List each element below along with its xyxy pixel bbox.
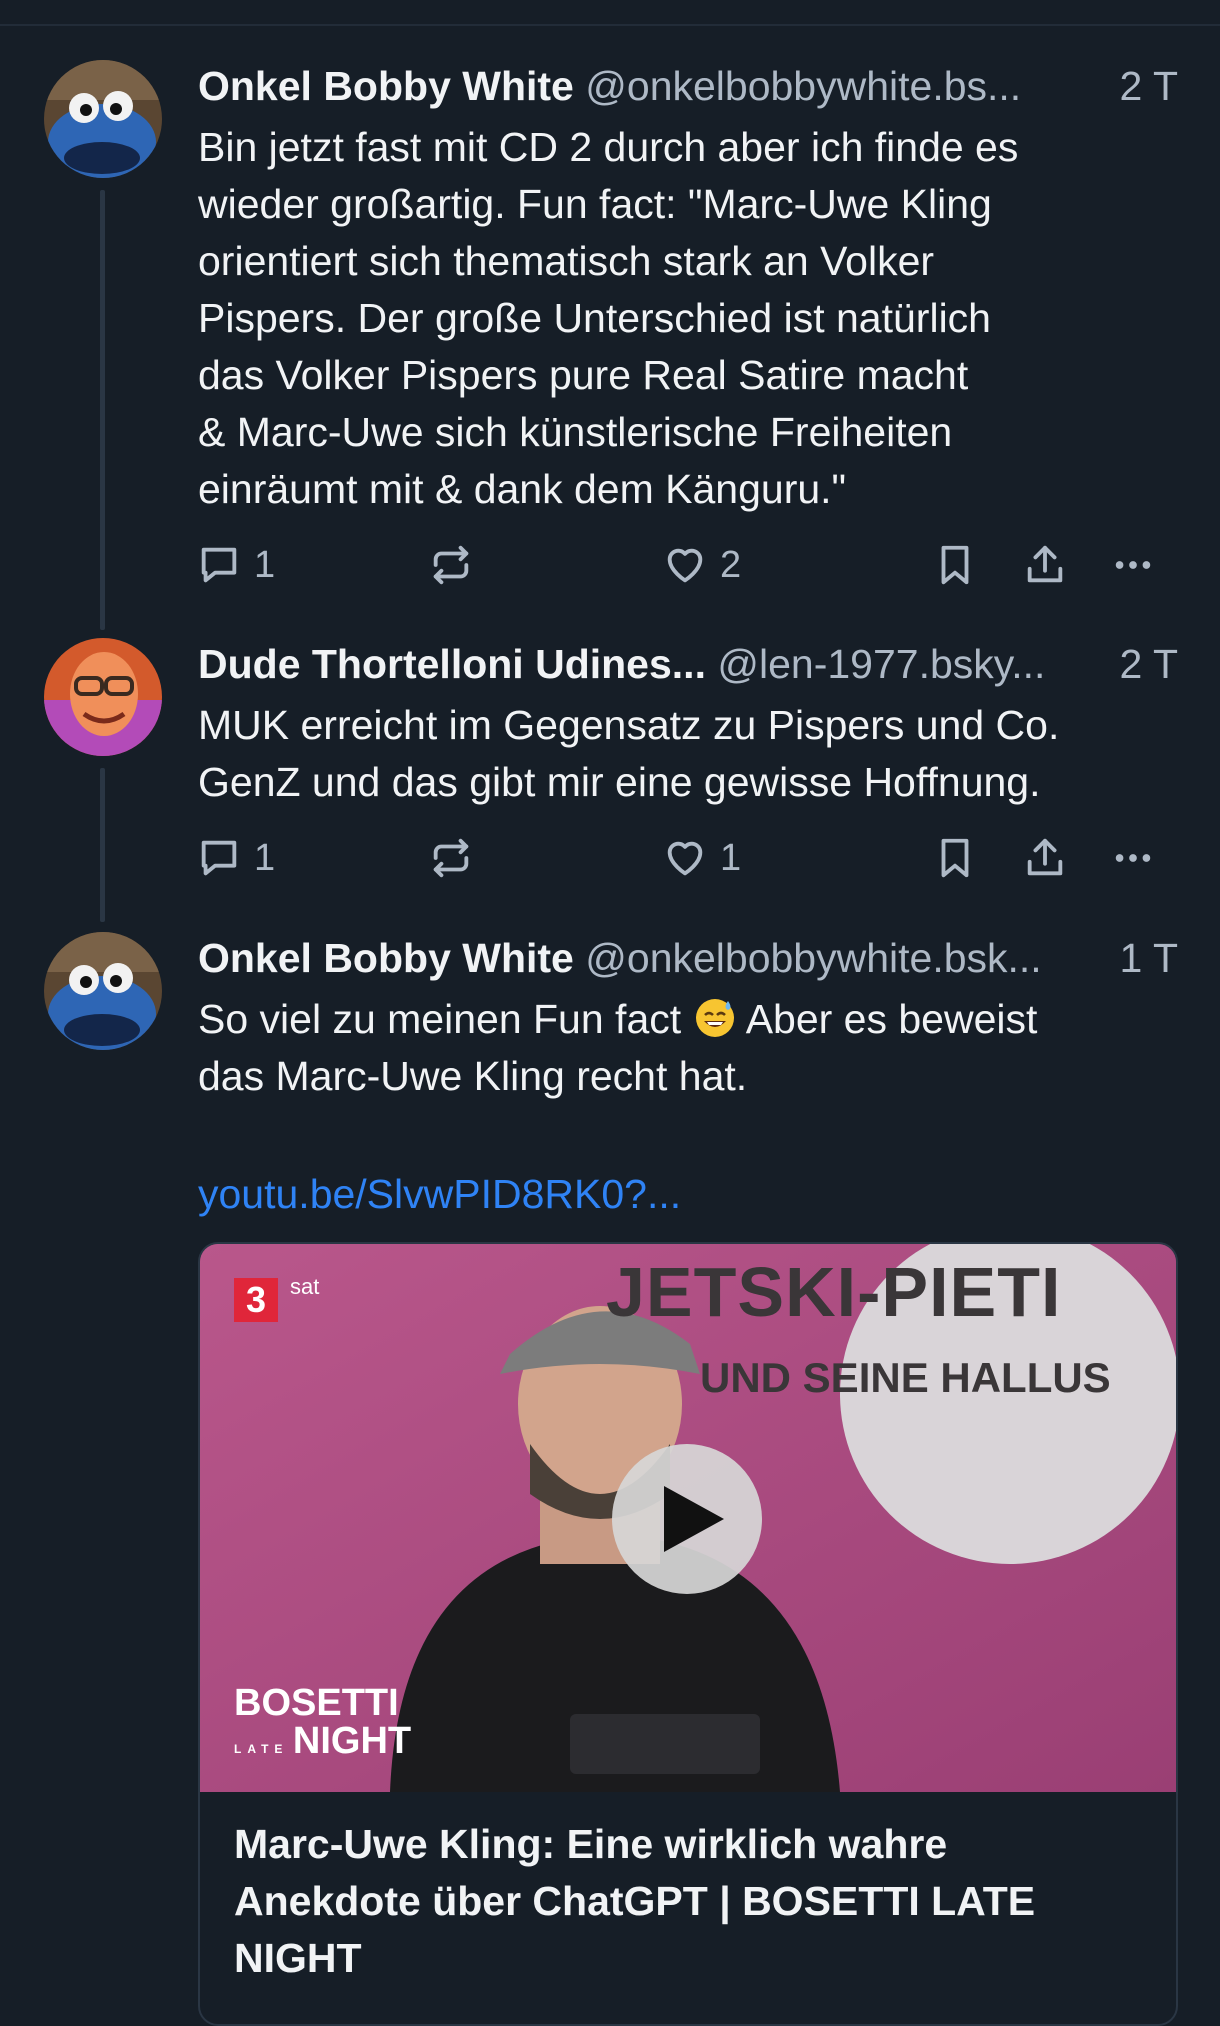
channel-logo: 3 [234, 1278, 278, 1322]
post-time[interactable]: 1 T [1111, 928, 1178, 988]
share-button[interactable] [1022, 537, 1068, 593]
author-name[interactable]: Onkel Bobby White [198, 63, 574, 109]
text-line: das Volker Pispers pure Real Satire mach… [198, 352, 969, 398]
show-logo-text: BOSETTI [234, 1682, 399, 1724]
post-actions: 1 1 [196, 830, 1176, 886]
grinning-sweat-emoji-icon [695, 999, 734, 1037]
text-line: wieder großartig. Fun fact: "Marc-Uwe Kl… [198, 181, 992, 227]
bookmark-icon [941, 545, 969, 585]
title-line: NIGHT [234, 1935, 362, 1981]
post-header: Dude Thortelloni Udines... @len-1977.bsk… [198, 634, 1178, 694]
like-count: 1 [720, 836, 742, 879]
text-line: einräumt mit & dank dem Känguru." [198, 466, 847, 512]
avatar-onkel-bobby-white[interactable] [44, 60, 162, 178]
cookie-monster-avatar-icon [44, 60, 162, 178]
reply-count: 1 [254, 543, 276, 586]
post-time[interactable]: 2 T [1111, 634, 1178, 694]
text-line: MUK erreicht im Gegensatz zu Pispers und… [198, 702, 1060, 748]
text-line: Bin jetzt fast mit CD 2 durch aber ich f… [198, 124, 1019, 170]
show-logo: BOSETTI LATE NIGHT [234, 1684, 411, 1760]
video-title[interactable]: Marc-Uwe Kling: Eine wirklich wahre Anek… [234, 1816, 1134, 1987]
youtube-link[interactable]: youtu.be/SlvwPID8RK0?... [198, 1166, 1178, 1223]
thumbnail-headline: JETSKI-PIETI [606, 1253, 1062, 1331]
post-header: Onkel Bobby White @onkelbobbywhite.bsk..… [198, 928, 1178, 988]
post-time[interactable]: 2 T [1111, 56, 1178, 116]
text-line: das Marc-Uwe Kling recht hat. [198, 1053, 748, 1099]
like-button[interactable]: 1 [662, 830, 741, 886]
thread-line [100, 190, 105, 630]
repost-arrows-icon [433, 838, 469, 878]
avatar-dude-thortelloni[interactable] [44, 638, 162, 756]
play-button[interactable] [612, 1444, 762, 1594]
play-icon [664, 1486, 724, 1552]
author-handle[interactable]: @len-1977.bsky... [717, 641, 1045, 687]
author-handle[interactable]: @onkelbobbywhite.bs... [585, 63, 1021, 109]
bookmark-button[interactable] [932, 830, 978, 886]
post-text: So viel zu meinen Fun fact Aber es bewei… [198, 991, 1178, 1105]
video-embed-card[interactable]: 3 sat JETSKI-PIETI UND SEINE HALLUS BOSE… [198, 1242, 1178, 2026]
share-upload-icon [1027, 545, 1063, 583]
thumbnail-subheadline: UND SEINE HALLUS [700, 1354, 1111, 1401]
more-button[interactable] [1110, 537, 1156, 593]
heart-icon [667, 841, 703, 876]
reply-button[interactable]: 1 [196, 537, 275, 593]
bookmark-icon [941, 838, 969, 878]
heart-icon [667, 548, 703, 583]
show-logo-late: LATE [234, 1742, 289, 1756]
speech-bubble-icon [201, 547, 237, 583]
post-text: MUK erreicht im Gegensatz zu Pispers und… [198, 697, 1178, 811]
repost-button[interactable] [428, 537, 474, 593]
speech-bubble-icon [201, 840, 237, 876]
reply-count: 1 [254, 836, 276, 879]
text-fragment: So viel zu meinen Fun fact [198, 996, 682, 1042]
reply-button[interactable]: 1 [196, 830, 275, 886]
text-line: orientiert sich thematisch stark an Volk… [198, 238, 935, 284]
person-photo-avatar-icon [44, 638, 162, 756]
more-button[interactable] [1110, 830, 1156, 886]
avatar-onkel-bobby-white[interactable] [44, 932, 162, 1050]
more-dots-icon [1115, 561, 1151, 569]
top-divider [0, 24, 1220, 26]
post-text: Bin jetzt fast mit CD 2 durch aber ich f… [198, 119, 1178, 518]
text-fragment: Aber es beweist [745, 996, 1038, 1042]
repost-arrows-icon [433, 545, 469, 585]
repost-button[interactable] [428, 830, 474, 886]
like-button[interactable]: 2 [662, 537, 741, 593]
show-logo-line2: LATE NIGHT [234, 1722, 411, 1760]
bookmark-button[interactable] [932, 537, 978, 593]
text-line: Pispers. Der große Unterschied ist natür… [198, 295, 991, 341]
author-name[interactable]: Dude Thortelloni Udines... [198, 641, 706, 687]
post-header: Onkel Bobby White @onkelbobbywhite.bs...… [198, 56, 1178, 116]
text-line: So viel zu meinen Fun fact Aber es bewei… [198, 991, 1178, 1048]
share-upload-icon [1027, 838, 1063, 876]
like-count: 2 [720, 543, 742, 586]
text-line: & Marc-Uwe sich künstlerische Freiheiten [198, 409, 953, 455]
thread-line [100, 768, 105, 922]
cookie-monster-avatar-icon [44, 932, 162, 1050]
title-line: Anekdote über ChatGPT | BOSETTI LATE [234, 1878, 1036, 1924]
title-line: Marc-Uwe Kling: Eine wirklich wahre [234, 1821, 948, 1867]
author-handle[interactable]: @onkelbobbywhite.bsk... [585, 935, 1041, 981]
more-dots-icon [1115, 854, 1151, 862]
show-logo-night: NIGHT [292, 1720, 412, 1762]
text-line: GenZ und das gibt mir eine gewisse Hoffn… [198, 759, 1041, 805]
author-name[interactable]: Onkel Bobby White [198, 935, 574, 981]
share-button[interactable] [1022, 830, 1068, 886]
channel-sat-label: sat [290, 1274, 320, 1299]
video-thumbnail[interactable]: 3 sat JETSKI-PIETI UND SEINE HALLUS BOSE… [200, 1244, 1176, 1792]
post-actions: 1 2 [196, 537, 1176, 593]
